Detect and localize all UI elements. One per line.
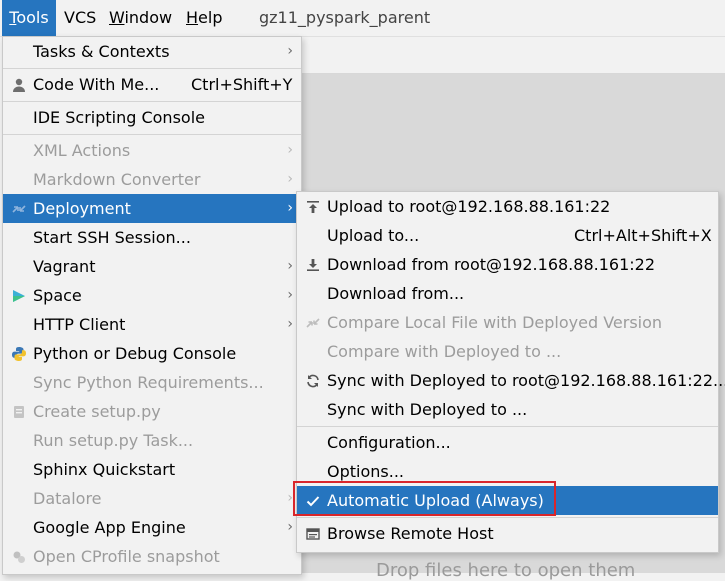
highlight-annotation-box (293, 481, 556, 516)
menu-item-sync-with-root[interactable]: Sync with Deployed to root@192.168.88.16… (297, 366, 725, 395)
sync-icon (303, 366, 323, 395)
menu-item-label: Upload to root@192.168.88.161:22 (327, 197, 611, 216)
tools-menu: Tasks & Contexts › Code With Me... Ctrl+… (2, 36, 302, 575)
menu-item-google-app-engine[interactable]: Google App Engine › (3, 513, 301, 542)
upload-icon (303, 192, 323, 221)
menu-item-label: Start SSH Session... (33, 228, 191, 247)
menu-help-rest: elp (198, 8, 223, 27)
menu-item-label: HTTP Client (33, 315, 126, 334)
project-title: gz11_pyspark_parent (259, 8, 431, 27)
python-icon (9, 339, 29, 368)
menu-item-datalore[interactable]: Datalore › (3, 484, 301, 513)
menu-window-mnemonic: W (109, 8, 125, 27)
menu-item-start-ssh-session[interactable]: Start SSH Session... (3, 223, 301, 252)
menu-separator (3, 68, 301, 69)
menu-item-label: Run setup.py Task... (33, 431, 194, 450)
menu-tools-rest: ools (16, 8, 49, 27)
menu-item-label: Tasks & Contexts (33, 42, 170, 61)
menu-item-download-from[interactable]: Download from... (297, 279, 718, 308)
menu-item-open-cprofile-snapshot[interactable]: Open CProfile snapshot (3, 542, 301, 571)
menu-item-sync-python-requirements[interactable]: Sync Python Requirements... (3, 368, 301, 397)
menu-item-space[interactable]: Space › (3, 281, 301, 310)
menu-item-label: Vagrant (33, 257, 96, 276)
menu-item-download-from-root[interactable]: Download from root@192.168.88.161:22 (297, 250, 718, 279)
submenu-arrow-icon: › (287, 142, 293, 158)
menu-item-code-with-me[interactable]: Code With Me... Ctrl+Shift+Y (3, 70, 301, 99)
menu-item-shortcut: Ctrl+Shift+Y (191, 75, 293, 94)
menu-item-label: Sync Python Requirements... (33, 373, 264, 392)
menu-item-create-setup-py[interactable]: Create setup.py (3, 397, 301, 426)
submenu-arrow-icon: › (287, 316, 293, 332)
setup-icon (9, 397, 29, 426)
download-icon (303, 250, 323, 279)
menu-item-label: XML Actions (33, 141, 131, 160)
menu-item-http-client[interactable]: HTTP Client › (3, 310, 301, 339)
menu-item-upload-to-root[interactable]: Upload to root@192.168.88.161:22 (297, 192, 718, 221)
menu-item-vagrant[interactable]: Vagrant › (3, 252, 301, 281)
submenu-arrow-icon: › (287, 258, 293, 274)
menu-item-label: Space (33, 286, 82, 305)
menu-item-browse-remote-host[interactable]: Browse Remote Host (297, 519, 718, 548)
menu-item-shortcut: Ctrl+Alt+Shift+X (574, 226, 712, 245)
user-icon (9, 70, 29, 99)
menu-item-compare-with-deployed[interactable]: Compare with Deployed to ... (297, 337, 718, 366)
compare-icon (303, 308, 323, 337)
menu-vcs[interactable]: VCS (64, 0, 96, 36)
menu-item-configuration[interactable]: Configuration... (297, 428, 718, 457)
menu-help[interactable]: Help (186, 0, 222, 36)
submenu-arrow-icon: › (287, 171, 293, 187)
menu-item-label: Download from root@192.168.88.161:22 (327, 255, 655, 274)
submenu-arrow-icon: › (287, 519, 293, 535)
menu-item-sphinx-quickstart[interactable]: Sphinx Quickstart (3, 455, 301, 484)
menu-item-label: Create setup.py (33, 402, 161, 421)
menu-item-label: Download from... (327, 284, 465, 303)
menu-item-compare-local-file[interactable]: Compare Local File with Deployed Version (297, 308, 718, 337)
submenu-arrow-icon: › (287, 200, 293, 216)
menu-item-label: IDE Scripting Console (33, 108, 205, 127)
menu-separator (297, 517, 718, 518)
menu-item-deployment[interactable]: Deployment › (3, 194, 301, 223)
toolbar-strip (300, 37, 725, 74)
menu-item-upload-to[interactable]: Upload to... Ctrl+Alt+Shift+X (297, 221, 718, 250)
menu-item-label: Compare Local File with Deployed Version (327, 313, 663, 332)
menu-item-label: Datalore (33, 489, 102, 508)
menu-tools[interactable]: Tools (2, 0, 56, 36)
menu-vcs-label: VCS (64, 8, 97, 27)
menu-item-label: Open CProfile snapshot (33, 547, 220, 566)
menu-item-label: Markdown Converter (33, 170, 201, 189)
profile-icon (9, 542, 29, 571)
menu-item-python-console[interactable]: Python or Debug Console (3, 339, 301, 368)
browse-icon (303, 519, 323, 548)
menu-item-label: Configuration... (327, 433, 451, 452)
submenu-arrow-icon: › (287, 43, 293, 59)
menu-item-ide-scripting-console[interactable]: IDE Scripting Console (3, 103, 301, 132)
menu-item-label: Google App Engine (33, 518, 186, 537)
menu-item-label: Upload to... (327, 226, 420, 245)
menu-separator (3, 101, 301, 102)
submenu-arrow-icon: › (287, 287, 293, 303)
menu-item-label: Python or Debug Console (33, 344, 237, 363)
menu-separator (297, 426, 718, 427)
menu-item-label: Sync with Deployed to root@192.168.88.16… (327, 371, 725, 390)
menu-item-label: Compare with Deployed to ... (327, 342, 562, 361)
menu-item-label: Deployment (33, 199, 131, 218)
menu-help-mnemonic: H (186, 8, 199, 27)
menu-item-label: Sync with Deployed to ... (327, 400, 528, 419)
menu-item-label: Sphinx Quickstart (33, 460, 176, 479)
menu-bar: Tools VCS Window Help gz11_pyspark_paren… (0, 0, 725, 37)
menu-item-label: Code With Me... (33, 75, 160, 94)
menu-item-tasks-contexts[interactable]: Tasks & Contexts › (3, 37, 301, 66)
menu-separator (3, 134, 301, 135)
menu-item-label: Browse Remote Host (327, 524, 494, 543)
menu-item-sync-with-deployed[interactable]: Sync with Deployed to ... (297, 395, 718, 424)
space-icon (9, 281, 29, 310)
menu-window[interactable]: Window (109, 0, 172, 36)
menu-window-rest: indow (124, 8, 173, 27)
drop-hint: Drop files here to open them (376, 560, 636, 581)
menu-item-markdown-converter[interactable]: Markdown Converter › (3, 165, 301, 194)
menu-item-run-setup-py-task[interactable]: Run setup.py Task... (3, 426, 301, 455)
deployment-icon (9, 194, 29, 223)
menu-item-xml-actions[interactable]: XML Actions › (3, 136, 301, 165)
